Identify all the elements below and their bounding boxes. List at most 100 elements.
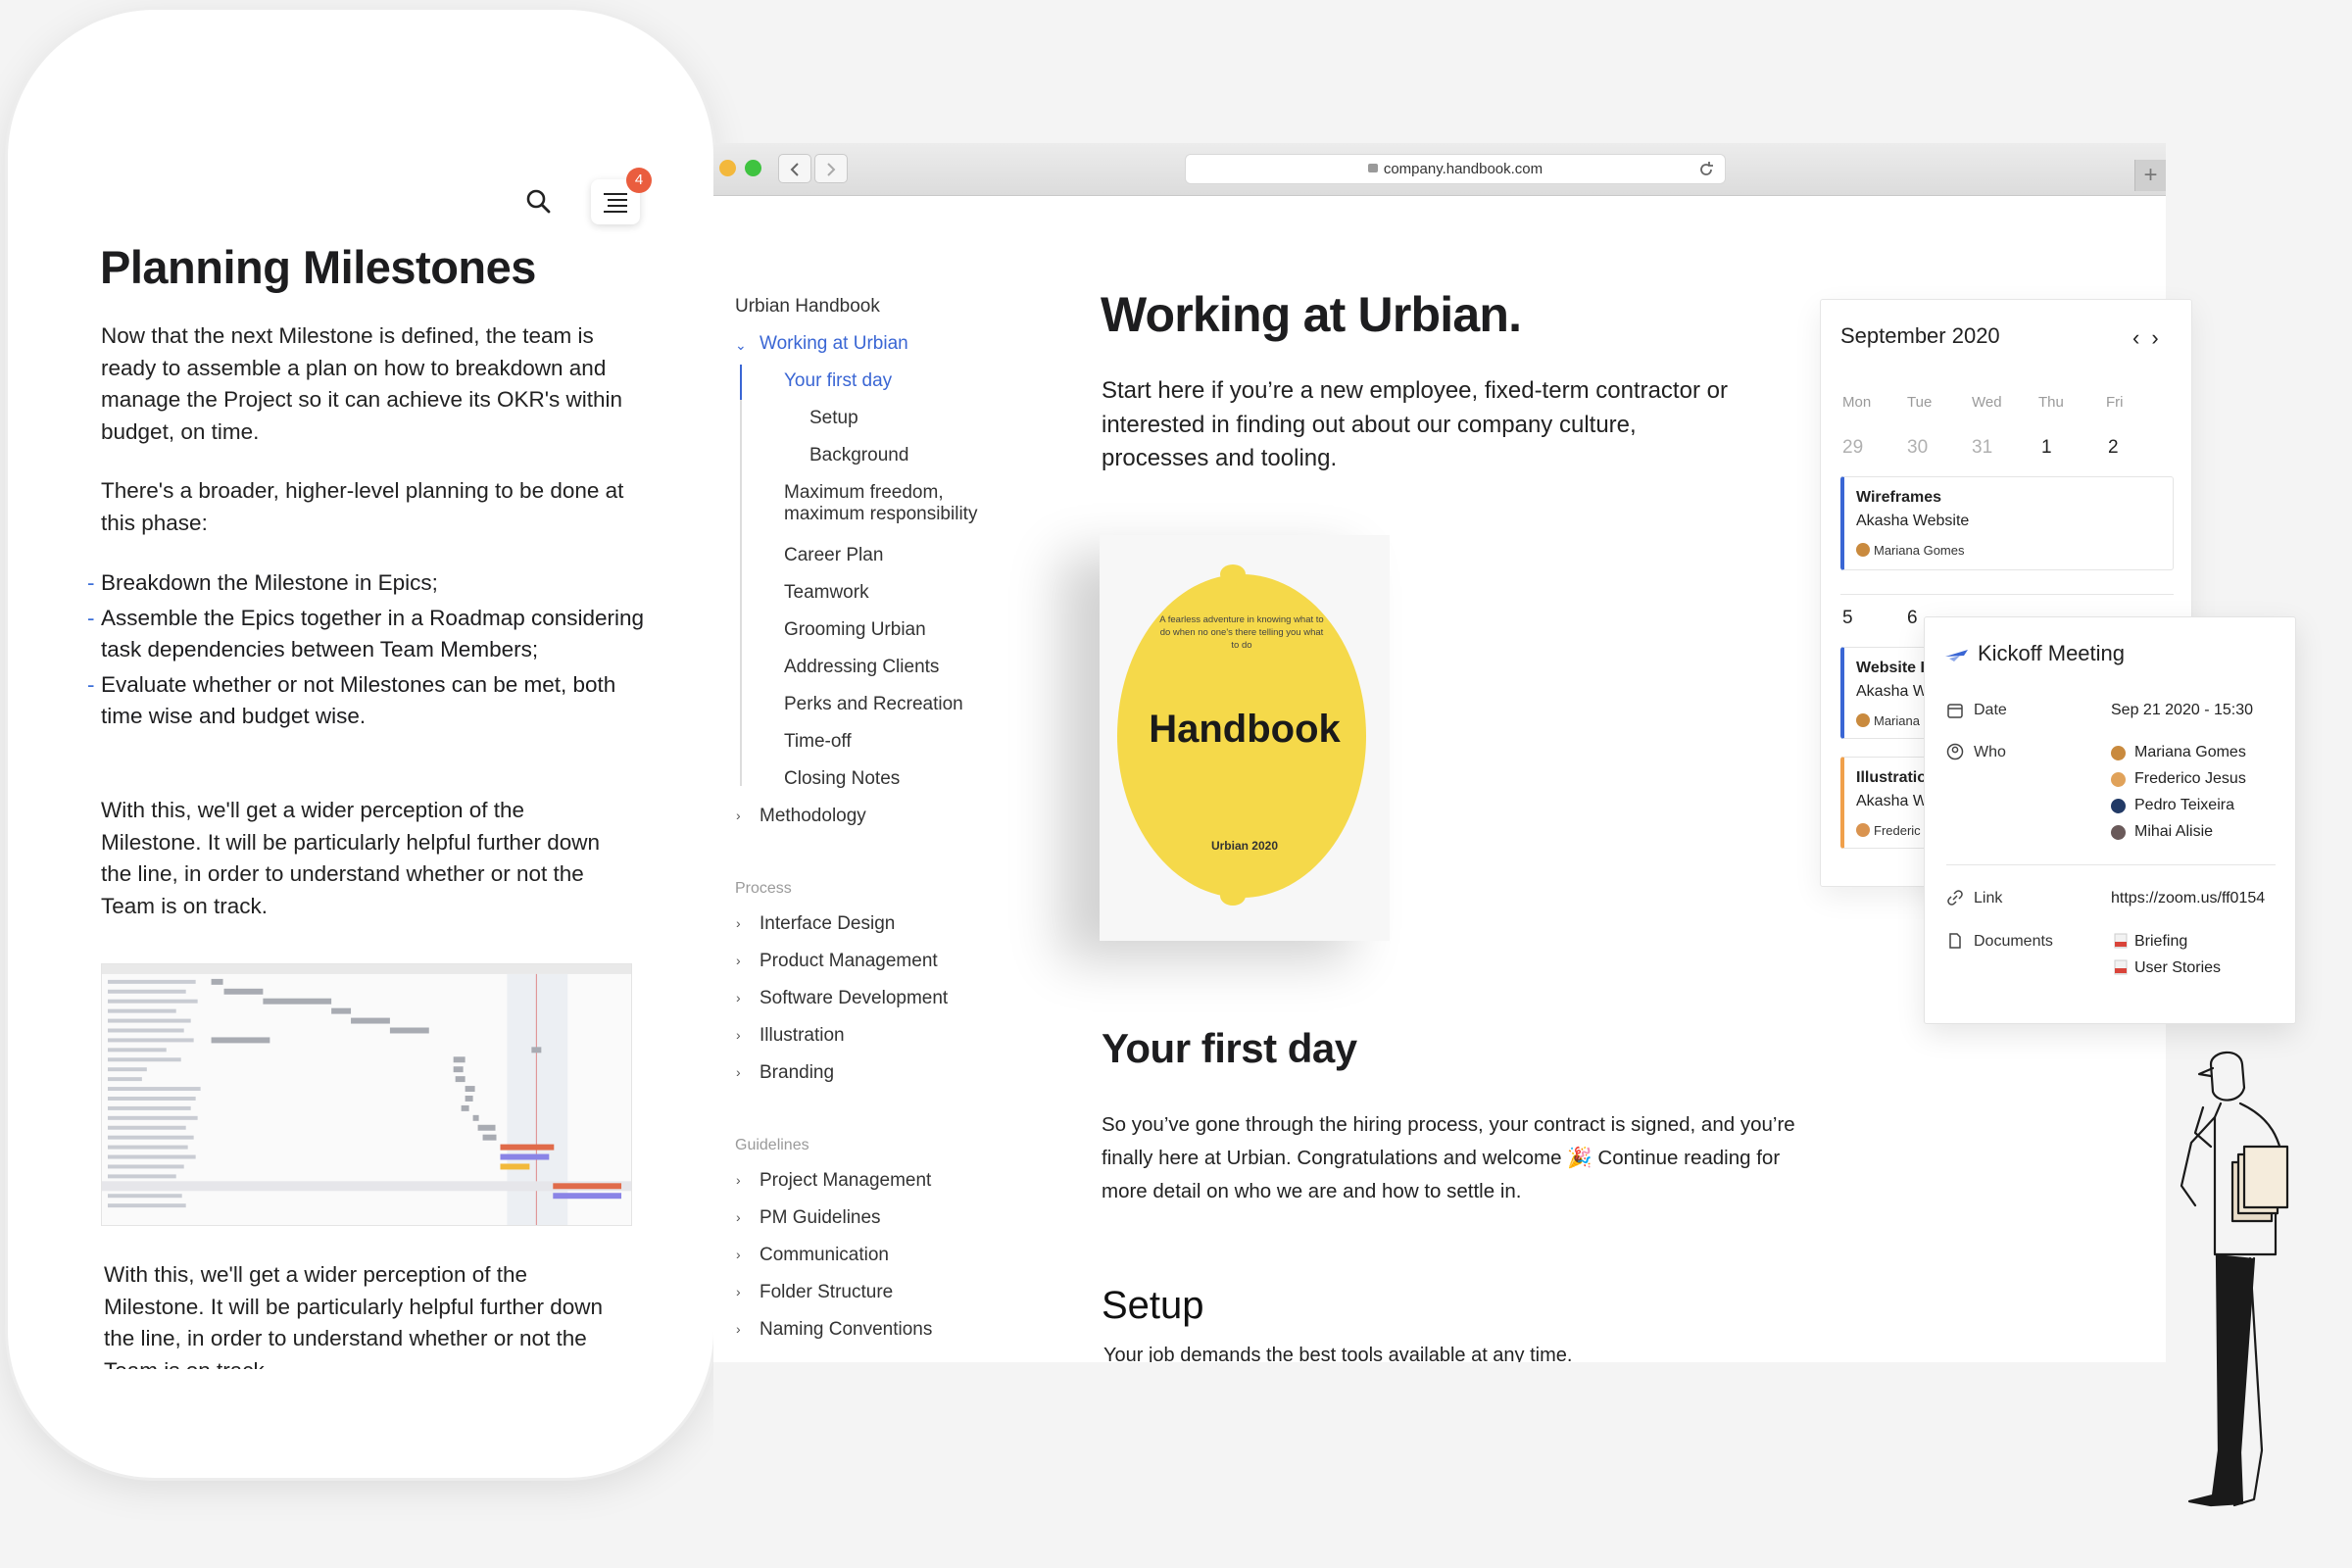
avatar	[1856, 823, 1870, 837]
sidebar-item-project-management[interactable]: Project Management	[760, 1170, 931, 1192]
search-icon[interactable]	[524, 187, 554, 217]
chevron-right-icon[interactable]: ›	[736, 915, 741, 931]
paragraph: With this, we'll get a wider perception …	[104, 1262, 603, 1369]
chevron-left-icon	[790, 163, 799, 176]
book-title: Handbook	[1149, 708, 1341, 751]
bullet-list: Breakdown the Milestone in Epics; Assemb…	[87, 567, 650, 736]
book-year: Urbian 2020	[1210, 839, 1279, 853]
chevron-right-icon[interactable]: ›	[2151, 325, 2170, 350]
sidebar-item-pm-guidelines[interactable]: PM Guidelines	[760, 1207, 881, 1229]
attendee: Pedro Teixeira	[2134, 797, 2234, 813]
event-person: Mariana Gomes	[1874, 543, 1965, 558]
chevron-right-icon[interactable]: ›	[736, 1064, 741, 1080]
chevron-right-icon[interactable]: ›	[736, 1284, 741, 1299]
document-link[interactable]: User Stories	[2134, 959, 2221, 977]
sidebar-item-software-development[interactable]: Software Development	[760, 988, 948, 1009]
gantt-chart-image	[101, 963, 632, 1226]
calendar-day[interactable]: 5	[1842, 608, 1853, 629]
sidebar-item-label: Maximum freedom,	[784, 482, 944, 503]
sidebar-item-communication[interactable]: Communication	[760, 1245, 889, 1266]
calendar-day[interactable]: 29	[1842, 437, 1863, 459]
chevron-right-icon[interactable]: ›	[736, 1209, 741, 1225]
document-link[interactable]: Briefing	[2134, 933, 2187, 951]
book-tagline: A fearless adventure in knowing what to …	[1159, 614, 1324, 651]
sidebar-item-naming-conventions[interactable]: Naming Conventions	[760, 1319, 932, 1341]
chevron-right-icon[interactable]: ›	[736, 990, 741, 1005]
chevron-right-icon[interactable]: ›	[736, 808, 741, 823]
sidebar-item-timeoff[interactable]: Time-off	[784, 731, 852, 753]
calendar-day[interactable]: 1	[2041, 437, 2052, 459]
tree-line	[740, 365, 742, 786]
sidebar-heading-process: Process	[735, 880, 792, 897]
weekday-label: Wed	[1972, 394, 2002, 411]
chevron-right-icon	[827, 163, 836, 176]
chevron-down-icon[interactable]: ⌄	[735, 337, 747, 354]
page-title: Planning Milestones	[100, 241, 536, 293]
sidebar-item-working[interactable]: Working at Urbian	[760, 333, 908, 355]
active-indicator	[740, 365, 742, 400]
chevron-right-icon[interactable]: ›	[736, 1321, 741, 1337]
attendee: Mariana Gomes	[2134, 744, 2246, 760]
new-tab-button[interactable]: +	[2134, 160, 2166, 191]
sidebar-item-interface-design[interactable]: Interface Design	[760, 913, 895, 935]
lock-icon	[1367, 163, 1378, 172]
maximize-button[interactable]	[745, 160, 761, 176]
back-button[interactable]	[778, 154, 811, 183]
sidebar-item-branding[interactable]: Branding	[760, 1062, 834, 1084]
event-project: Akasha W	[1856, 793, 1928, 809]
link-label: Link	[1974, 890, 2003, 906]
avatar	[2111, 825, 2126, 840]
calendar-day[interactable]: 6	[1907, 608, 1918, 629]
calendar-day[interactable]: 31	[1972, 437, 1992, 459]
handbook-cover-image: A fearless adventure in knowing what to …	[1100, 535, 1390, 941]
sidebar-item-methodology[interactable]: Methodology	[760, 806, 866, 827]
sidebar-item-career[interactable]: Career Plan	[784, 545, 883, 566]
chevron-right-icon[interactable]: ›	[736, 1027, 741, 1043]
calendar-event[interactable]: Wireframes Akasha Website Mariana Gomes	[1840, 476, 2174, 570]
calendar-icon	[1947, 704, 1963, 718]
chevron-right-icon[interactable]: ›	[736, 1247, 741, 1262]
weekday-label: Thu	[2038, 394, 2064, 411]
lemon-tip	[1220, 886, 1246, 906]
chevron-left-icon[interactable]: ‹	[2132, 325, 2151, 350]
sidebar-item-root[interactable]: Urbian Handbook	[735, 296, 880, 318]
phone-mockup: 4 Planning Milestones Now that the next …	[8, 10, 713, 1478]
sidebar-item-illustration[interactable]: Illustration	[760, 1025, 845, 1047]
list-item: Evaluate whether or not Milestones can b…	[87, 669, 650, 733]
attendee: Mihai Alisie	[2134, 823, 2214, 840]
paragraph: There's a broader, higher-level planning…	[101, 478, 624, 535]
event-project: Akasha Website	[1856, 513, 1970, 529]
forward-button[interactable]	[814, 154, 848, 183]
chevron-right-icon[interactable]: ›	[736, 953, 741, 968]
weekday-label: Mon	[1842, 394, 1872, 411]
paragraph: So you’ve gone through the hiring proces…	[1102, 1113, 1795, 1202]
sidebar-item-teamwork[interactable]: Teamwork	[784, 582, 869, 604]
event-title: Website I	[1856, 660, 1925, 676]
sidebar-item-perks[interactable]: Perks and Recreation	[784, 694, 963, 715]
sidebar-item-product-management[interactable]: Product Management	[760, 951, 938, 972]
sidebar-item-freedom[interactable]: Maximum freedom, maximum responsibility	[784, 482, 977, 525]
reload-icon[interactable]	[1697, 161, 1715, 178]
sidebar-item-grooming[interactable]: Grooming Urbian	[784, 619, 926, 641]
chevron-right-icon[interactable]: ›	[736, 1172, 741, 1188]
event-title: Illustratio	[1856, 769, 1928, 786]
lemon-tip	[1220, 564, 1246, 584]
documents-label: Documents	[1974, 933, 2053, 950]
address-bar[interactable]: company.handbook.com	[1185, 154, 1726, 184]
sidebar-item-clients[interactable]: Addressing Clients	[784, 657, 939, 678]
notification-badge: 4	[626, 168, 652, 193]
sidebar-item-folder-structure[interactable]: Folder Structure	[760, 1282, 893, 1303]
calendar-nav: ‹›	[2132, 325, 2171, 351]
section-heading: Your first day	[1102, 1025, 1357, 1071]
paragraph: With this, we'll get a wider perception …	[101, 798, 600, 918]
calendar-day[interactable]: 2	[2108, 437, 2119, 459]
meeting-link[interactable]: https://zoom.us/ff0154	[2111, 890, 2265, 907]
minimize-button[interactable]	[719, 160, 736, 176]
sidebar-item-setup[interactable]: Setup	[809, 408, 858, 429]
avatar	[2111, 746, 2126, 760]
sidebar-item-first-day[interactable]: Your first day	[784, 370, 892, 392]
sidebar-item-background[interactable]: Background	[809, 445, 908, 466]
sidebar-item-closing[interactable]: Closing Notes	[784, 768, 900, 790]
calendar-day[interactable]: 30	[1907, 437, 1928, 459]
link-icon	[1947, 890, 1963, 906]
